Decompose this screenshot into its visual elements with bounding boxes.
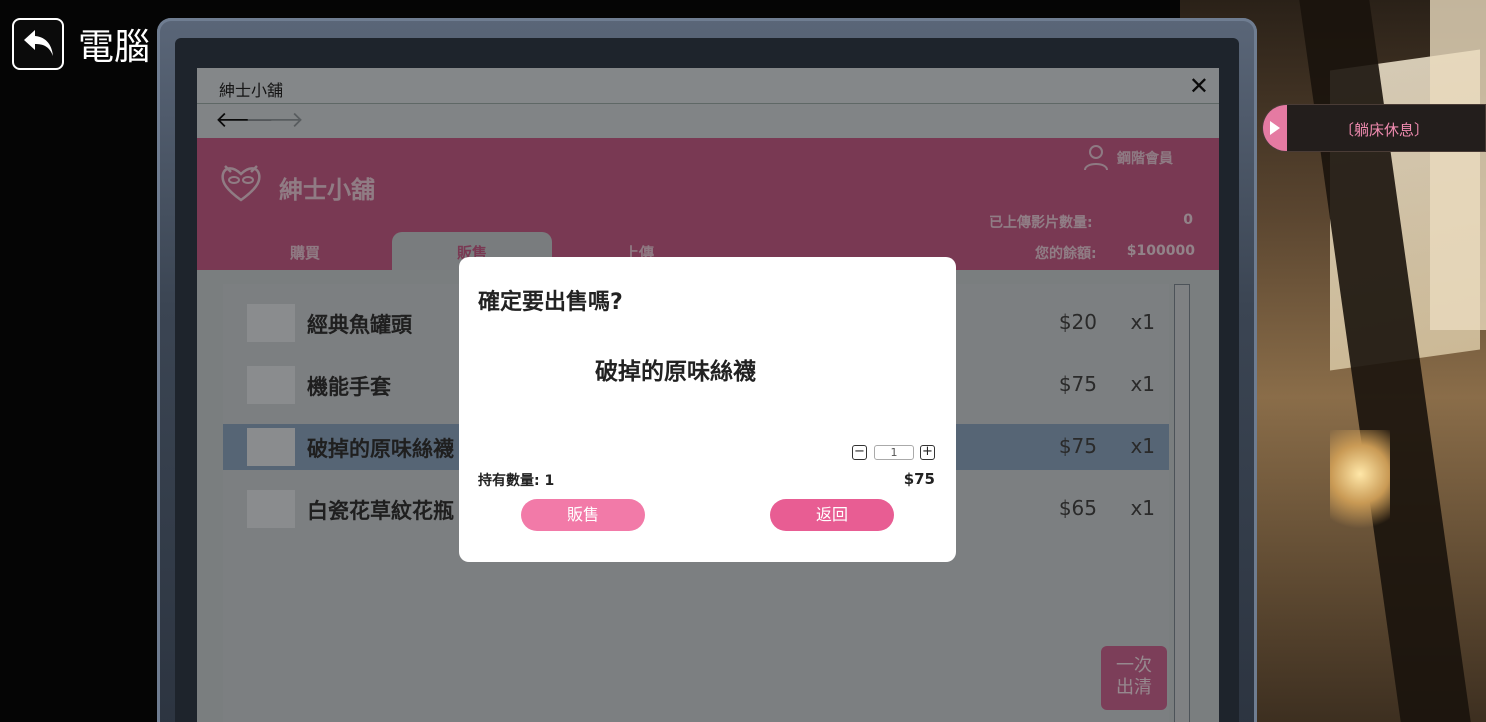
minus-button[interactable]: − [852,445,867,460]
dialog-price: $75 [903,470,935,488]
plus-button[interactable]: + [920,445,935,460]
rest-in-bed-label: 〔躺床休息〕 [1339,121,1430,139]
dialog-item-name: 破掉的原味絲襪 [595,359,756,385]
undo-arrow-icon [24,30,53,56]
dialog-title: 確定要出售嗎? [478,290,623,315]
game-screen: 紳士小舖 ✕ 🡐 🡒 紳士小舖 鋼階會員 已上傳影片數量: 0 您的餘額: $1… [0,0,1486,722]
confirm-sell-dialog: 確定要出售嗎? 破掉的原味絲襪 − 1 + 持有數量: 1 $75 販售 返回 [459,257,956,562]
quantity-input[interactable]: 1 [874,445,914,460]
screen-title: 電腦 [78,27,151,68]
window-light-edge [1430,0,1486,330]
back-button[interactable] [12,18,64,70]
rest-in-bed-action[interactable]: 〔躺床休息〕 [1262,104,1486,152]
lamp-glow [1330,430,1390,540]
hold-quantity: 持有數量: 1 [478,473,555,489]
return-button[interactable]: 返回 [770,499,894,531]
sell-button[interactable]: 販售 [521,499,645,531]
